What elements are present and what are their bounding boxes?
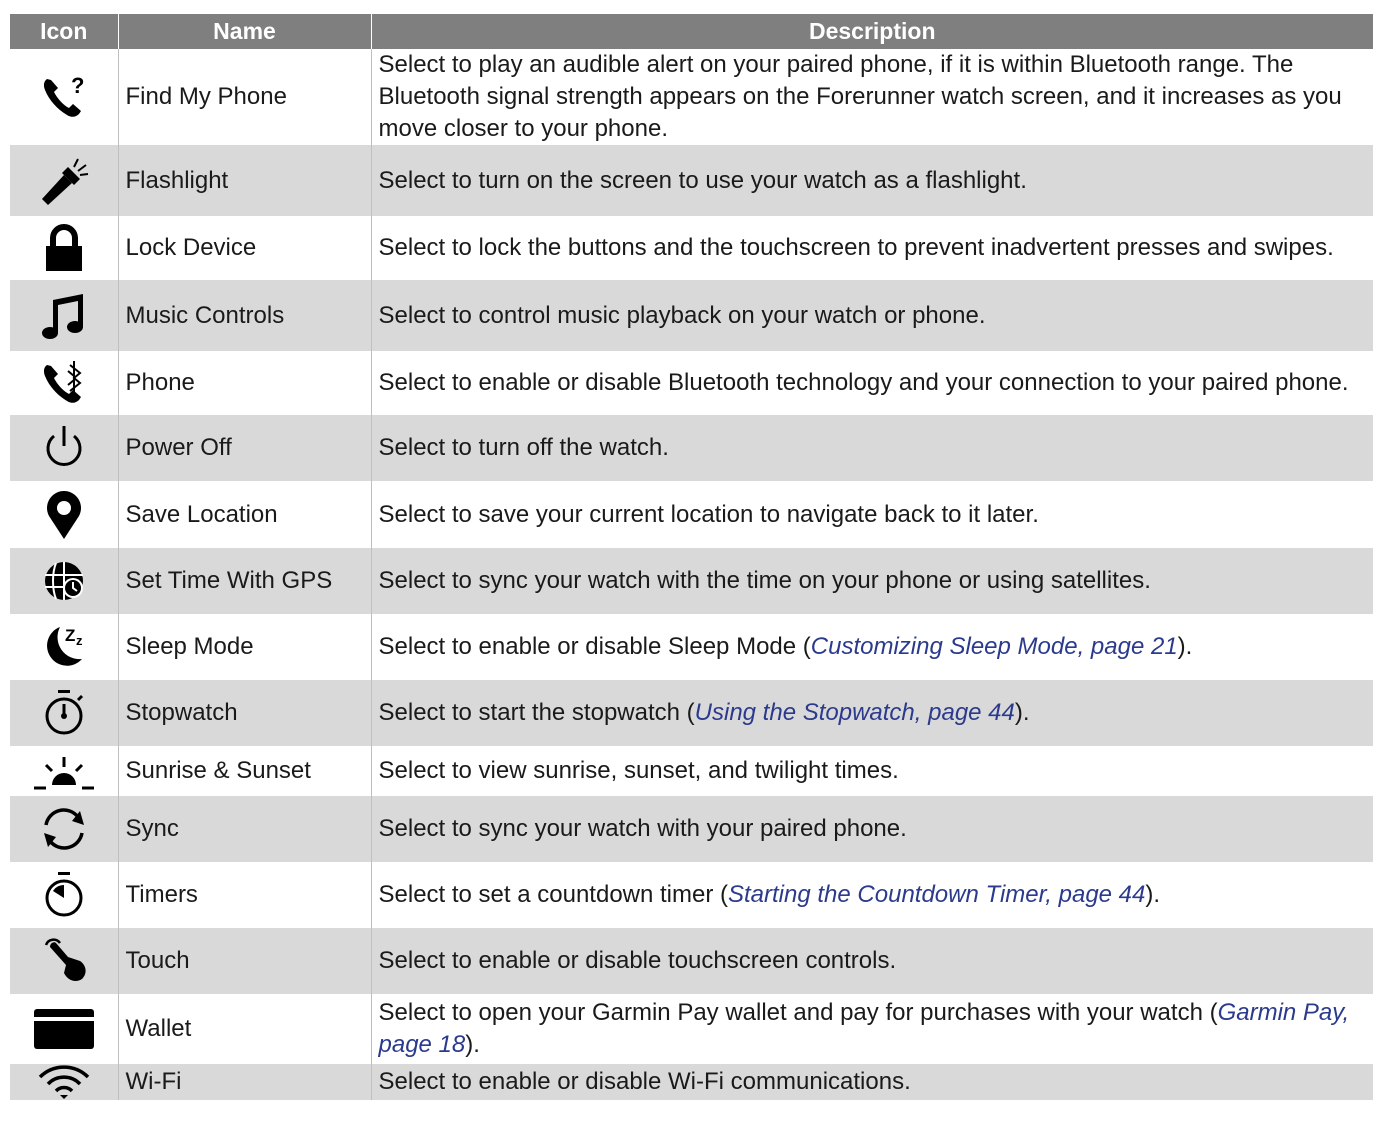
description-cell: Select to set a countdown timer (Startin… xyxy=(370,862,1373,928)
table-row: Wi-Fi Select to enable or disable Wi-Fi … xyxy=(10,1064,1373,1100)
header-name: Name xyxy=(117,14,371,49)
description-cell: Select to start the stopwatch (Using the… xyxy=(370,680,1373,746)
music-note-icon xyxy=(41,293,83,339)
icon-cell xyxy=(10,862,118,928)
table-row: Lock Device Select to lock the buttons a… xyxy=(10,216,1373,280)
name-cell: Find My Phone xyxy=(117,49,371,145)
icon-cell xyxy=(10,928,118,994)
name-cell: Flashlight xyxy=(117,145,371,216)
cross-reference-link[interactable]: Starting the Countdown Timer, page 44 xyxy=(728,881,1145,908)
name-cell: Wallet xyxy=(117,994,371,1064)
icon-cell xyxy=(10,680,118,746)
description-cell: Select to play an audible alert on your … xyxy=(370,49,1373,145)
header-description: Description xyxy=(370,14,1373,49)
table-row: Sunrise & Sunset Select to view sunrise,… xyxy=(10,746,1373,796)
name-cell: Music Controls xyxy=(117,280,371,351)
header-icon: Icon xyxy=(10,14,118,49)
icon-cell xyxy=(10,481,118,548)
icon-cell xyxy=(10,746,118,796)
description-cell: Select to turn on the screen to use your… xyxy=(370,145,1373,216)
description-cell: Select to lock the buttons and the touch… xyxy=(370,216,1373,280)
icon-cell xyxy=(10,351,118,415)
table-row: Phone Select to enable or disable Blueto… xyxy=(10,351,1373,415)
table-row: Power Off Select to turn off the watch. xyxy=(10,415,1373,481)
name-cell: Sunrise & Sunset xyxy=(117,746,371,796)
sunrise-icon xyxy=(33,757,94,790)
table-row: Touch Select to enable or disable touchs… xyxy=(10,928,1373,994)
cross-reference-link[interactable]: Using the Stopwatch, page 44 xyxy=(695,699,1015,726)
moon-sleep-icon: Z z xyxy=(46,626,83,666)
controls-table: Icon Name Description ? Find My Phone Se… xyxy=(10,14,1373,1100)
wallet-card-icon xyxy=(33,1009,94,1049)
description-cell: Select to enable or disable Bluetooth te… xyxy=(370,351,1373,415)
table-row: Stopwatch Select to start the stopwatch … xyxy=(10,680,1373,746)
timer-icon xyxy=(45,872,83,917)
phone-bluetooth-icon xyxy=(43,361,82,403)
wifi-icon xyxy=(38,1065,89,1099)
description-cell: Select to enable or disable Sleep Mode (… xyxy=(370,614,1373,680)
icon-cell xyxy=(10,994,118,1064)
name-cell: Timers xyxy=(117,862,371,928)
table-row: Music Controls Select to control music p… xyxy=(10,280,1373,351)
flashlight-icon xyxy=(41,158,88,205)
icon-cell: Z z xyxy=(10,614,118,680)
description-cell: Select to turn off the watch. xyxy=(370,415,1373,481)
table-header-row: Icon Name Description xyxy=(10,14,1373,49)
icon-cell xyxy=(10,145,118,216)
description-cell: Select to enable or disable touchscreen … xyxy=(370,928,1373,994)
touch-hand-icon xyxy=(44,938,86,981)
table-row: Set Time With GPS Select to sync your wa… xyxy=(10,548,1373,614)
icon-cell xyxy=(10,415,118,481)
description-cell: Select to view sunrise, sunset, and twil… xyxy=(370,746,1373,796)
name-cell: Wi-Fi xyxy=(117,1064,371,1100)
table-row: Wallet Select to open your Garmin Pay wa… xyxy=(10,994,1373,1064)
icon-cell: ? xyxy=(10,49,118,145)
icon-cell xyxy=(10,796,118,862)
description-cell: Select to open your Garmin Pay wallet an… xyxy=(370,994,1373,1064)
table-row: Flashlight Select to turn on the screen … xyxy=(10,145,1373,216)
sync-icon xyxy=(43,808,84,850)
phone-question-icon: ? xyxy=(43,73,84,117)
power-icon xyxy=(46,426,82,466)
description-cell: Select to control music playback on your… xyxy=(370,280,1373,351)
description-cell: Select to sync your watch with the time … xyxy=(370,548,1373,614)
svg-text:z: z xyxy=(76,633,83,648)
icon-cell xyxy=(10,1064,118,1100)
table-row: Sync Select to sync your watch with your… xyxy=(10,796,1373,862)
icon-cell xyxy=(10,216,118,280)
table-row: ? Find My Phone Select to play an audibl… xyxy=(10,49,1373,145)
table-row: Z z Sleep Mode Select to enable or disab… xyxy=(10,614,1373,680)
stopwatch-icon xyxy=(45,690,83,735)
description-cell: Select to enable or disable Wi-Fi commun… xyxy=(370,1064,1373,1100)
name-cell: Stopwatch xyxy=(117,680,371,746)
table-row: Timers Select to set a countdown timer (… xyxy=(10,862,1373,928)
lock-icon xyxy=(45,224,82,271)
icon-cell xyxy=(10,548,118,614)
description-cell: Select to save your current location to … xyxy=(370,481,1373,548)
name-cell: Phone xyxy=(117,351,371,415)
location-pin-icon xyxy=(46,490,81,539)
globe-clock-icon xyxy=(44,562,83,600)
cross-reference-link[interactable]: Customizing Sleep Mode, page 21 xyxy=(811,633,1178,660)
name-cell: Sleep Mode xyxy=(117,614,371,680)
name-cell: Power Off xyxy=(117,415,371,481)
name-cell: Set Time With GPS xyxy=(117,548,371,614)
name-cell: Lock Device xyxy=(117,216,371,280)
name-cell: Save Location xyxy=(117,481,371,548)
name-cell: Sync xyxy=(117,796,371,862)
name-cell: Touch xyxy=(117,928,371,994)
svg-text:?: ? xyxy=(71,73,84,98)
description-cell: Select to sync your watch with your pair… xyxy=(370,796,1373,862)
svg-text:Z: Z xyxy=(65,626,75,645)
icon-cell xyxy=(10,280,118,351)
table-row: Save Location Select to save your curren… xyxy=(10,481,1373,548)
